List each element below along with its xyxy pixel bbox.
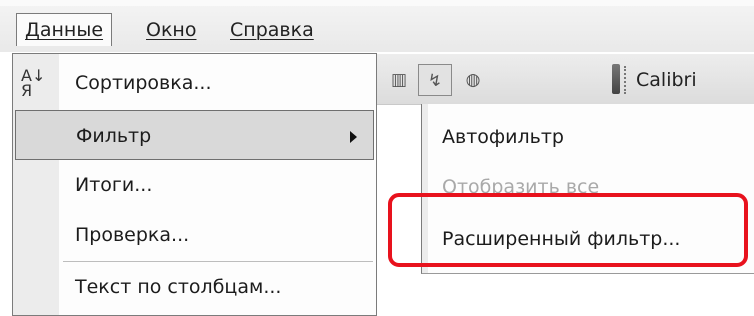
menu-item-sort[interactable]: A↓ Я Сортировка... [13, 58, 376, 108]
submenu-item-autofilter[interactable]: Автофильтр [442, 112, 564, 162]
menu-item-label: Итоги... [75, 174, 153, 196]
formatting-toolbar: ▥ ↯ ◍ Calibri [376, 54, 754, 105]
menu-window[interactable]: Окно [138, 14, 204, 46]
menu-item-label: Текст по столбцам... [75, 276, 282, 298]
sort-icon: A↓ Я [21, 66, 46, 100]
help-icon[interactable]: ◍ [456, 64, 490, 96]
menu-item-text-to-columns[interactable]: Текст по столбцам... [13, 262, 376, 312]
menu-data[interactable]: Данные [16, 13, 113, 46]
menu-item-label: Сортировка... [75, 72, 212, 94]
chart-wizard-icon[interactable]: ↯ [418, 64, 452, 96]
chart-icon[interactable]: ▥ [382, 64, 416, 96]
menu-item-filter[interactable]: Фильтр [15, 110, 374, 160]
annotation-highlight-box [388, 193, 748, 267]
menu-bar: Данные Окно Справка [0, 0, 754, 52]
data-menu-dropdown: A↓ Я Сортировка... Фильтр Итоги... Провер… [12, 53, 377, 316]
menu-bar-edge [0, 0, 754, 6]
font-name-box[interactable]: Calibri [624, 66, 697, 94]
menu-item-validation[interactable]: Проверка... [13, 210, 376, 260]
submenu-arrow-icon [350, 131, 357, 143]
menu-item-subtotals[interactable]: Итоги... [13, 160, 376, 210]
toolbar-grip-icon[interactable] [612, 64, 620, 94]
menu-item-label: Фильтр [76, 125, 152, 147]
menu-help[interactable]: Справка [222, 14, 322, 46]
menu-item-label: Проверка... [75, 224, 190, 246]
